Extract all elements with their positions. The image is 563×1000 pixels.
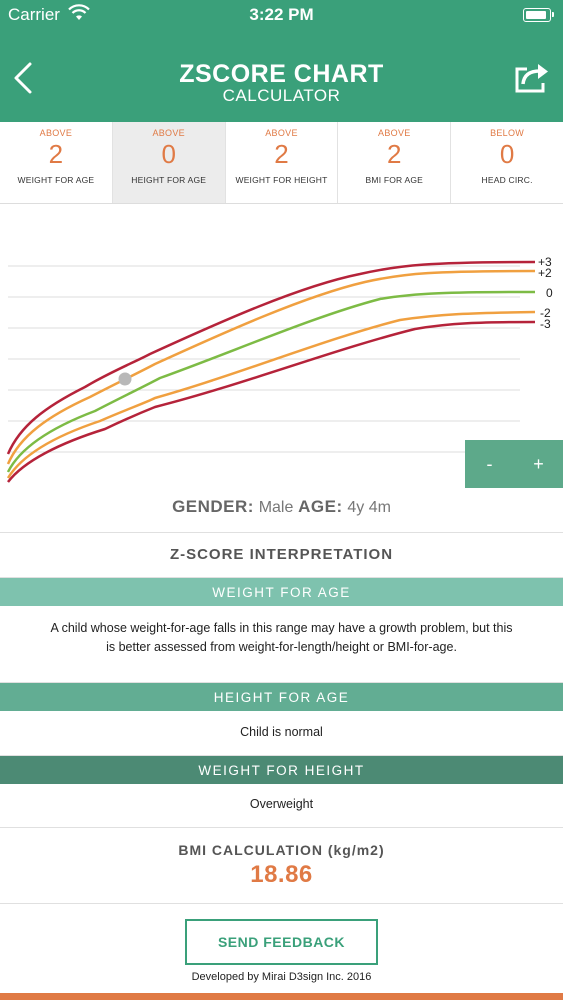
patient-info-row: GENDER: Male AGE: 4y 4m (0, 488, 563, 533)
stat-value: 0 (499, 139, 515, 169)
stat-bmi-for-age[interactable]: ABOVE 2 BMI FOR AGE (338, 122, 452, 203)
clock: 3:22 PM (249, 5, 314, 24)
stat-value: 2 (48, 139, 64, 169)
stat-label: BMI FOR AGE (365, 175, 424, 185)
zoom-in-button[interactable]: + (514, 440, 563, 488)
bmi-label: BMI CALCULATION (kg/m2) (178, 842, 385, 858)
height-for-age-text: Child is normal (0, 711, 563, 756)
status-bar: Carrier 3:22 PM (0, 0, 563, 30)
stat-weight-for-height[interactable]: ABOVE 2 WEIGHT FOR HEIGHT (226, 122, 339, 203)
weight-for-age-text: A child whose weight-for-age falls in th… (0, 606, 563, 683)
series-line-0 (6, 290, 536, 473)
gender-label: GENDER: (172, 497, 254, 516)
age-label: AGE: (298, 497, 343, 516)
age-value: 4y 4m (347, 499, 391, 516)
stat-direction: ABOVE (265, 128, 298, 138)
stat-weight-for-age[interactable]: ABOVE 2 WEIGHT FOR AGE (0, 122, 113, 203)
stat-height-for-age[interactable]: ABOVE 0 HEIGHT FOR AGE (112, 122, 226, 203)
page-title: ZSCORE CHART (179, 60, 384, 88)
series-line-minus3 (7, 320, 536, 483)
zoom-controls: - + (465, 440, 563, 488)
stat-direction: ABOVE (39, 128, 73, 138)
footer-credit: Developed by Mirai D3sign Inc. 2016 (191, 971, 372, 983)
bmi-value: 18.86 (250, 861, 313, 888)
stat-label: HEAD CIRC. (481, 175, 533, 185)
patient-data-point[interactable] (118, 372, 132, 386)
stat-label: HEIGHT FOR AGE (131, 175, 207, 185)
interpretation-title: Z-SCORE INTERPRETATION (0, 533, 563, 578)
zscore-summary: ABOVE 2 WEIGHT FOR AGE ABOVE 0 HEIGHT FO… (0, 122, 563, 204)
bottom-accent-bar (0, 993, 563, 1000)
app-header: Carrier 3:22 PM ZSCORE CHART CALCULATOR (0, 0, 563, 122)
stat-label: WEIGHT FOR HEIGHT (235, 175, 328, 185)
weight-for-height-text: Overweight (0, 784, 563, 828)
series-label-0: 0 (546, 286, 553, 300)
send-feedback-button[interactable]: SEND FEEDBACK (185, 919, 378, 965)
stat-value: 0 (161, 139, 176, 169)
zscore-chart: +3 +2 0 -2 -3 - + (0, 204, 563, 488)
stat-direction: ABOVE (378, 128, 411, 138)
stat-direction: ABOVE (152, 128, 185, 138)
series-label-minus3: -3 (540, 317, 551, 331)
stat-value: 2 (274, 139, 289, 169)
series-label-plus2: +2 (538, 266, 552, 280)
stat-value: 2 (387, 139, 402, 169)
bmi-section: BMI CALCULATION (kg/m2) 18.86 (0, 828, 563, 904)
stat-label: WEIGHT FOR AGE (17, 175, 95, 185)
page-subtitle: CALCULATOR (222, 86, 341, 105)
section-header-weight-for-age: WEIGHT FOR AGE (0, 578, 563, 606)
section-header-height-for-age: HEIGHT FOR AGE (0, 683, 563, 711)
stat-head-circ[interactable]: BELOW 0 HEAD CIRC. (451, 122, 563, 203)
zoom-out-button[interactable]: - (465, 440, 514, 488)
gender-value: Male (258, 499, 294, 516)
share-icon[interactable] (514, 62, 550, 94)
section-header-weight-for-height: WEIGHT FOR HEIGHT (0, 756, 563, 784)
battery-icon (523, 8, 554, 22)
stat-direction: BELOW (490, 128, 525, 138)
